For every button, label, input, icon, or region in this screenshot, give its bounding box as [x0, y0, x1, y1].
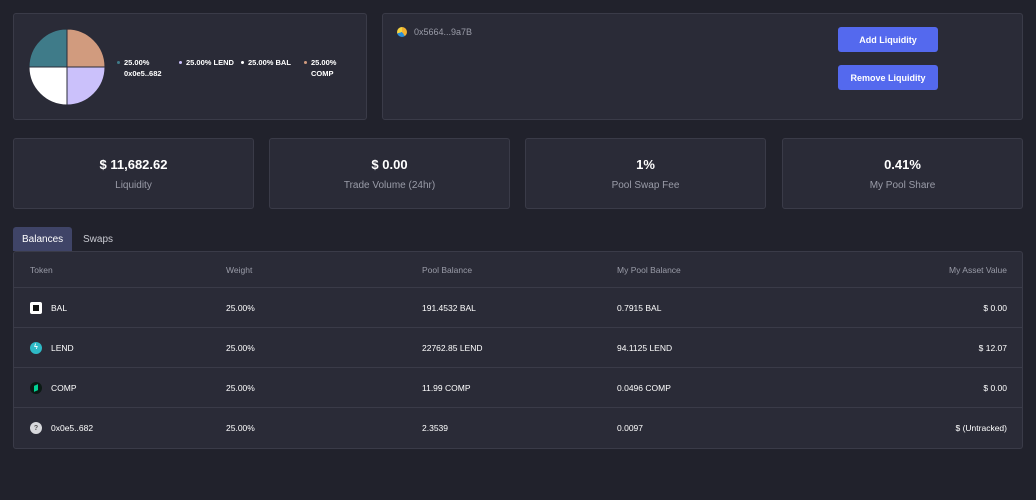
pool-composition-card: 25.00% 0x0e5..682 25.00% LEND 25.00% BAL… — [13, 13, 367, 120]
pie-slice — [28, 66, 68, 106]
token-name: COMP — [51, 382, 77, 393]
table-header-row: Token Weight Pool Balance My Pool Balanc… — [14, 252, 1022, 288]
remove-liquidity-button[interactable]: Remove Liquidity — [838, 65, 938, 90]
header-weight: Weight — [226, 264, 253, 275]
tab-swaps[interactable]: Swaps — [74, 227, 122, 251]
weight-cell: 25.00% — [226, 302, 255, 313]
header-my-pool-balance: My Pool Balance — [617, 264, 681, 275]
pool-pie-chart — [28, 28, 106, 106]
my-pool-balance-cell: 94.1125 LEND — [617, 342, 673, 353]
asset-value-cell: $ 12.07 — [978, 342, 1007, 353]
pool-balance-cell: 22762.85 LEND — [422, 342, 483, 353]
table-row[interactable]: ? 0x0e5..682 25.00% 2.3539 0.0097 $ (Unt… — [14, 408, 1022, 448]
legend-label: 25.00% COMP — [311, 58, 337, 78]
asset-value-cell: $ 0.00 — [983, 382, 1007, 393]
legend-label: 25.00% 0x0e5..682 — [124, 58, 162, 78]
token-name: BAL — [51, 302, 68, 313]
legend-label: 25.00% LEND — [186, 58, 234, 67]
pool-actions-card: 0x5664...9a7B Add Liquidity Remove Liqui… — [382, 13, 1023, 120]
stat-label: My Pool Share — [869, 180, 936, 191]
tab-balances[interactable]: Balances — [13, 227, 73, 251]
legend-dot — [117, 61, 120, 64]
table-row[interactable]: COMP 25.00% 11.99 COMP 0.0496 COMP $ 0.0… — [14, 368, 1022, 408]
balances-table: Token Weight Pool Balance My Pool Balanc… — [13, 251, 1023, 449]
wallet-avatar-icon — [397, 27, 407, 37]
legend-dot — [304, 61, 307, 64]
stat-liquidity: $ 11,682.62 Liquidity — [13, 138, 254, 209]
add-liquidity-button[interactable]: Add Liquidity — [838, 27, 938, 52]
comp-token-icon — [30, 381, 42, 394]
pie-slice — [66, 66, 106, 106]
header-pool-balance: Pool Balance — [422, 264, 473, 275]
legend-label: 25.00% BAL — [248, 58, 291, 67]
stat-value: 0.41% — [884, 157, 921, 172]
token-cell: ϟ LEND — [30, 341, 74, 354]
legend-item-lend: 25.00% LEND — [179, 57, 234, 68]
pie-slice — [66, 28, 106, 68]
token-name: LEND — [51, 342, 74, 353]
stat-value: $ 11,682.62 — [99, 157, 168, 172]
table-row[interactable]: BAL 25.00% 191.4532 BAL 0.7915 BAL $ 0.0… — [14, 288, 1022, 328]
pie-slice — [28, 28, 68, 68]
legend-dot — [179, 61, 182, 64]
stat-label: Pool Swap Fee — [611, 180, 680, 191]
stat-pool-share: 0.41% My Pool Share — [782, 138, 1023, 209]
weight-cell: 25.00% — [226, 423, 255, 433]
asset-value-cell: $ 0.00 — [983, 302, 1007, 313]
weight-cell: 25.00% — [226, 342, 255, 353]
lend-token-icon: ϟ — [30, 341, 42, 354]
legend-item-bal: 25.00% BAL — [241, 57, 291, 68]
bal-token-icon — [30, 301, 42, 314]
legend-item-comp: 25.00% COMP — [304, 57, 341, 79]
asset-value-cell: $ (Untracked) — [955, 423, 1008, 433]
stat-value: 1% — [636, 157, 655, 172]
stat-label: Trade Volume (24hr) — [343, 180, 436, 191]
pool-balance-cell: 11.99 COMP — [422, 382, 471, 393]
pool-balance-cell: 191.4532 BAL — [422, 302, 476, 313]
stat-value: $ 0.00 — [371, 157, 408, 172]
token-name: 0x0e5..682 — [51, 423, 94, 433]
legend-item-0x0e5: 25.00% 0x0e5..682 — [117, 57, 172, 79]
my-pool-balance-cell: 0.0496 COMP — [617, 382, 671, 393]
token-cell: COMP — [30, 381, 77, 394]
pool-balance-cell: 2.3539 — [422, 423, 448, 433]
stat-trade-volume: $ 0.00 Trade Volume (24hr) — [269, 138, 510, 209]
my-pool-balance-cell: 0.7915 BAL — [617, 302, 662, 313]
pool-address[interactable]: 0x5664...9a7B — [397, 27, 472, 37]
weight-cell: 25.00% — [226, 382, 255, 393]
stat-swap-fee: 1% Pool Swap Fee — [525, 138, 766, 209]
pool-address-text: 0x5664...9a7B — [414, 27, 473, 37]
table-row[interactable]: ϟ LEND 25.00% 22762.85 LEND 94.1125 LEND… — [14, 328, 1022, 368]
stat-label: Liquidity — [115, 180, 152, 191]
header-token: Token — [30, 264, 53, 275]
token-cell: BAL — [30, 301, 68, 314]
legend-dot — [241, 61, 244, 64]
unknown-token-icon: ? — [30, 422, 42, 434]
token-cell: ? 0x0e5..682 — [30, 422, 93, 434]
header-my-asset-value: My Asset Value — [949, 264, 1007, 275]
my-pool-balance-cell: 0.0097 — [617, 423, 643, 433]
